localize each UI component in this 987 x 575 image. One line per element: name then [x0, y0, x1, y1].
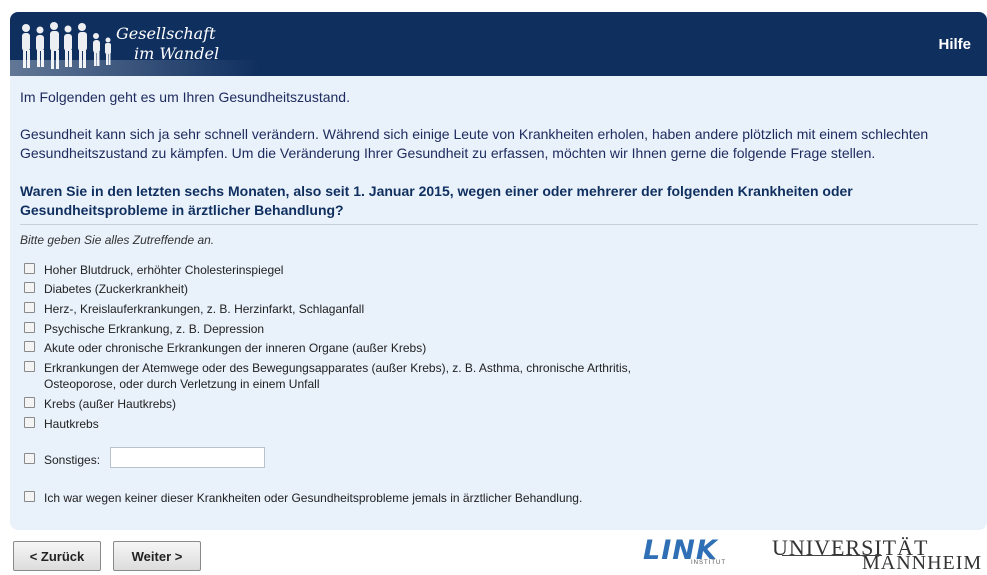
option-label-continued: Osteoporose, oder durch Verletzung in ei…	[44, 377, 320, 391]
option-label: Sonstiges:	[44, 453, 101, 467]
checkbox[interactable]	[24, 397, 35, 408]
checkbox[interactable]	[24, 491, 35, 502]
checkbox[interactable]	[24, 263, 35, 274]
help-link[interactable]: Hilfe	[938, 36, 971, 53]
checkbox[interactable]	[24, 361, 35, 372]
divider	[20, 224, 978, 225]
option-label: Herz-, Kreislauferkrankungen, z. B. Herz…	[44, 302, 365, 316]
option-label: Krebs (außer Hautkrebs)	[44, 397, 177, 411]
checkbox[interactable]	[24, 322, 35, 333]
instruction-hint: Bitte geben Sie alles Zutreffende an.	[20, 233, 215, 247]
checkbox[interactable]	[24, 302, 35, 313]
intro-text-2: Gesundheit kann sich ja sehr schnell ver…	[20, 126, 929, 161]
header-bar: Gesellschaft im Wandel Hilfe	[10, 12, 987, 76]
option-label: Hautkrebs	[44, 417, 99, 431]
uni-mannheim-logo: UNIVERSITÄT MANNHEIM	[772, 535, 981, 574]
question-text: Waren Sie in den letzten sechs Monaten, …	[20, 183, 853, 218]
survey-panel: Im Folgenden geht es um Ihren Gesundheit…	[10, 76, 987, 530]
link-institut-logo: LINK INSTITUT	[643, 535, 739, 569]
option-label: Akute oder chronische Erkrankungen der i…	[44, 341, 427, 355]
sonstiges-input[interactable]	[110, 447, 265, 468]
option-label: Ich war wegen keiner dieser Krankheiten …	[44, 491, 583, 505]
checkbox[interactable]	[24, 417, 35, 428]
brand-line-2: im Wandel	[134, 44, 220, 63]
next-button[interactable]: Weiter >	[113, 541, 201, 571]
option-label: Psychische Erkrankung, z. B. Depression	[44, 322, 265, 336]
option-label: Hoher Blutdruck, erhöhter Cholesterinspi…	[44, 263, 284, 277]
option-label: Erkrankungen der Atemwege oder des Beweg…	[44, 361, 631, 375]
brand-title: Gesellschaft im Wandel	[116, 24, 219, 64]
intro-text-1: Im Folgenden geht es um Ihren Gesundheit…	[20, 89, 350, 105]
link-logo-subtitle: INSTITUT	[691, 560, 726, 566]
option-label: Diabetes (Zuckerkrankheit)	[44, 282, 189, 296]
people-silhouettes-icon	[22, 22, 111, 69]
brand-line-1: Gesellschaft	[116, 24, 216, 43]
checkbox[interactable]	[24, 453, 35, 464]
checkbox[interactable]	[24, 341, 35, 352]
checkbox[interactable]	[24, 282, 35, 293]
back-button[interactable]: < Zurück	[13, 541, 101, 571]
